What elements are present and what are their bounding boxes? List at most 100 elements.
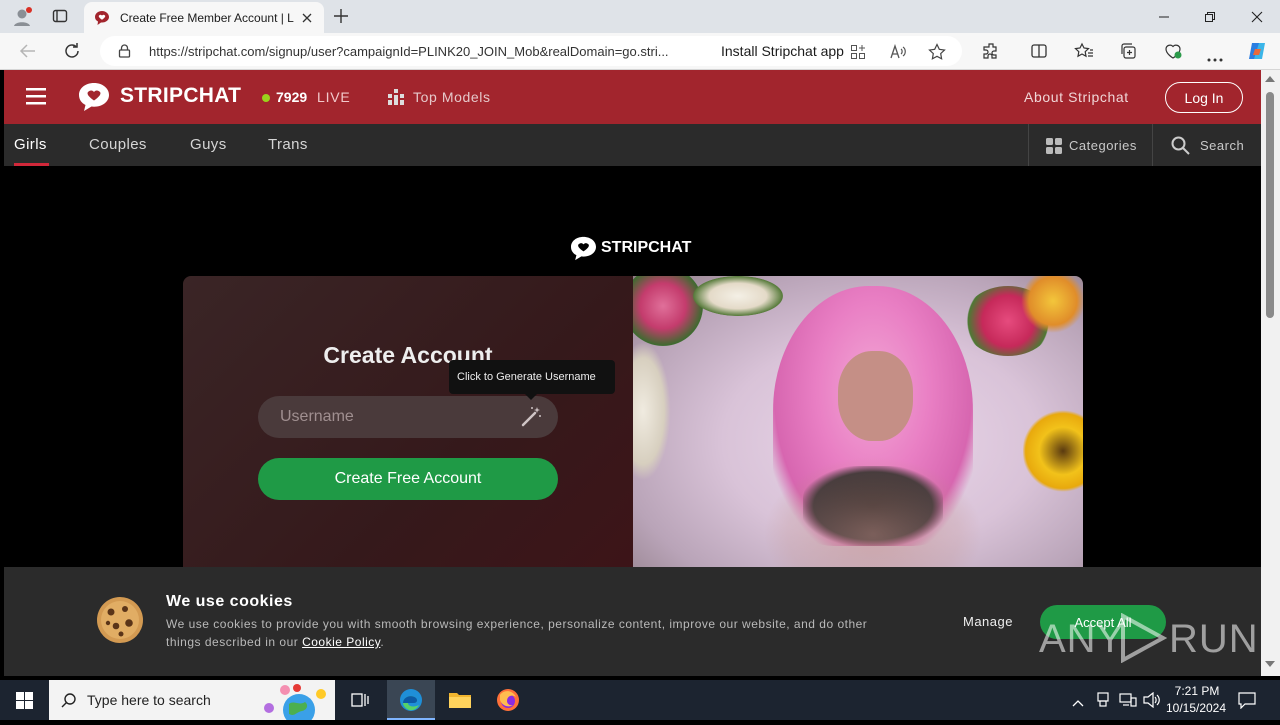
flower-decoration [1023,396,1083,506]
profile-icon[interactable] [11,6,33,28]
username-input[interactable]: Username [258,396,558,438]
tab-trans[interactable]: Trans [268,136,308,153]
scroll-up-arrow-icon[interactable] [1265,76,1275,82]
create-free-account-label: Create Free Account [334,470,482,487]
favorite-star-icon[interactable] [928,43,946,61]
install-app-button[interactable]: Install Stripchat app [721,43,844,59]
active-tab-underline [14,163,49,166]
login-button-label: Log In [1184,90,1224,106]
top-models-link[interactable]: Top Models [413,89,491,105]
back-icon[interactable] [19,43,37,59]
site-header: STRIPCHAT 7929 LIVE Top Models About Str… [4,70,1261,124]
watermark-play-icon [1121,613,1167,663]
url-text[interactable]: https://stripchat.com/signup/user?campai… [149,44,709,59]
live-indicator-dot [262,94,270,102]
browser-tab-active[interactable]: Create Free Member Account | Li [84,2,324,33]
live-count[interactable]: 7929 [276,89,307,105]
search-label: Search [1200,138,1245,153]
figure-shoulder [763,456,983,576]
manage-cookies-button[interactable]: Manage [963,614,1013,629]
copilot-icon[interactable] [1246,40,1268,62]
lock-icon[interactable] [118,44,131,58]
cookie-policy-link[interactable]: Cookie Policy [302,635,380,649]
username-placeholder: Username [280,408,354,425]
flower-decoration [693,276,783,316]
tab-girls[interactable]: Girls [14,136,47,153]
logo-text: STRIPCHAT [120,84,242,107]
tooltip-arrow [525,394,537,400]
magic-wand-icon[interactable] [520,406,542,428]
cookie-banner: We use cookies We use cookies to provide… [4,567,1261,676]
stripchat-logo[interactable]: STRIPCHAT [78,82,248,112]
more-menu-icon[interactable] [1207,49,1223,62]
refresh-icon[interactable] [63,42,81,60]
read-aloud-icon[interactable] [889,43,907,60]
search-icon [1171,136,1190,155]
cookie-icon [96,596,144,644]
restore-icon[interactable] [1204,10,1216,22]
file-explorer-icon[interactable] [448,690,472,710]
notifications-icon[interactable] [1238,691,1256,710]
split-screen-icon[interactable] [1030,42,1048,60]
show-hidden-icons-chevron[interactable] [1072,695,1084,707]
hamburger-menu-icon[interactable] [26,88,46,105]
taskbar-search-placeholder: Type here to search [87,692,211,708]
stripchat-favicon [94,10,110,26]
edge-taskbar-button[interactable] [387,680,435,720]
login-button[interactable]: Log In [1165,82,1243,113]
scrollbar-thumb[interactable] [1266,92,1274,318]
taskbar-search-icon [61,693,76,708]
windows-start-icon[interactable] [16,692,33,709]
taskbar-search-box[interactable]: Type here to search [49,680,335,725]
close-tab-icon[interactable] [301,11,313,23]
scroll-down-arrow-icon[interactable] [1265,661,1275,667]
address-bar[interactable]: https://stripchat.com/signup/user?campai… [100,36,962,66]
tab-couples[interactable]: Couples [89,136,147,153]
page-scrollbar[interactable] [1261,70,1280,676]
usb-device-icon[interactable] [1096,692,1110,708]
minimize-icon[interactable] [1158,10,1170,22]
browser-tab-bar: Create Free Member Account | Li [0,0,1280,33]
watermark-text-left: ANY [1039,617,1125,661]
cookie-title: We use cookies [166,593,293,610]
firefox-icon[interactable] [496,688,520,712]
volume-icon[interactable] [1143,691,1161,709]
close-window-icon[interactable] [1251,10,1263,23]
collections-icon[interactable] [1119,42,1137,60]
signup-logo-heart-icon [571,236,596,261]
search-button[interactable]: Search [1171,136,1251,156]
windows-taskbar: Type here to search 7:21 PM 10/15/2024 [0,680,1280,725]
edge-icon [400,689,422,711]
tooltip-text: Click to Generate Username [457,371,596,383]
signup-logo-text: STRIPCHAT [601,239,692,256]
browser-toolbar: https://stripchat.com/signup/user?campai… [0,33,1280,70]
signup-panel: Create Account Username Create Free Acco… [183,276,1083,576]
browser-essentials-icon[interactable] [1163,42,1183,60]
new-tab-icon[interactable] [333,8,349,24]
favorites-icon[interactable] [1074,42,1094,60]
categories-label: Categories [1069,138,1137,153]
clock-time[interactable]: 7:21 PM [1173,684,1221,698]
anyrun-watermark: ANY RUN [1039,607,1258,667]
live-label[interactable]: LIVE [317,89,351,105]
task-view-icon[interactable] [351,691,369,709]
categories-button[interactable]: Categories [1046,137,1146,155]
app-available-icon[interactable] [850,44,866,60]
logo-heart-icon [79,83,109,111]
about-stripchat-link[interactable]: About Stripchat [1024,89,1129,105]
signup-form: Create Account Username Create Free Acco… [183,276,633,576]
flower-decoration [633,336,673,486]
figure-face [838,351,913,441]
watermark-text-right: RUN [1169,617,1259,661]
nav-divider-2 [1152,124,1153,166]
tab-actions-icon[interactable] [52,8,68,24]
search-highlight-globe-icon [261,684,333,725]
tab-guys[interactable]: Guys [190,136,227,153]
extensions-icon[interactable] [982,42,1000,60]
categories-grid-icon [1046,138,1062,154]
network-icon[interactable] [1119,692,1137,708]
clock-date[interactable]: 10/15/2024 [1164,701,1228,715]
tab-title: Create Free Member Account | Li [120,11,294,25]
create-free-account-button[interactable]: Create Free Account [258,458,558,500]
model-photo [633,276,1083,576]
